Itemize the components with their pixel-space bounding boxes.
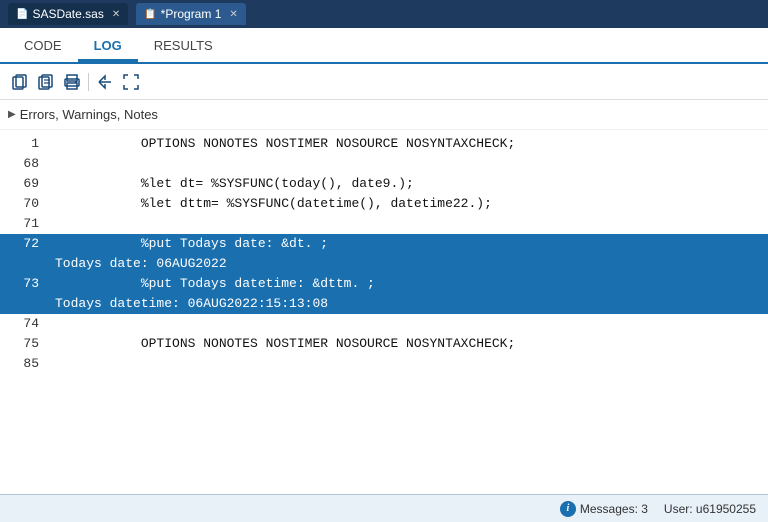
code-line: 69 %let dt= %SYSFUNC(today(), date9.); xyxy=(0,174,768,194)
tab-sasdatesas[interactable]: 📄 SASDate.sas ✕ xyxy=(8,3,128,25)
info-icon: i xyxy=(560,501,576,517)
tab-results[interactable]: RESULTS xyxy=(138,32,229,62)
code-line: 71 xyxy=(0,214,768,234)
filter-arrow-icon: ▶ xyxy=(8,109,16,120)
status-bar: i Messages: 3 User: u61950255 xyxy=(0,494,768,522)
code-line: 70 %let dttm= %SYSFUNC(datetime(), datet… xyxy=(0,194,768,214)
file-icon: 📄 xyxy=(16,9,28,20)
toolbar-sep1 xyxy=(88,73,89,91)
line-content: %let dt= %SYSFUNC(today(), date9.); xyxy=(55,174,768,194)
line-content: %let dttm= %SYSFUNC(datetime(), datetime… xyxy=(55,194,768,214)
copy-icon xyxy=(12,74,28,90)
messages-label: Messages: 3 xyxy=(580,502,648,516)
expand-icon xyxy=(97,74,113,90)
code-line: Todays datetime: 06AUG2022:15:13:08 xyxy=(0,294,768,314)
line-number: 1 xyxy=(0,134,55,154)
tab-program1[interactable]: 📋 *Program 1 ✕ xyxy=(136,3,246,25)
tab-log[interactable]: LOG xyxy=(78,32,138,62)
program-icon: 📋 xyxy=(144,9,156,20)
filter-label: Errors, Warnings, Notes xyxy=(20,107,158,122)
line-number: 72 xyxy=(0,234,55,254)
code-line: 85 xyxy=(0,354,768,374)
code-line: 75 OPTIONS NONOTES NOSTIMER NOSOURCE NOS… xyxy=(0,334,768,354)
line-content: %put Todays date: &dt. ; xyxy=(55,234,768,254)
line-number: 68 xyxy=(0,154,55,174)
line-content: OPTIONS NONOTES NOSTIMER NOSOURCE NOSYNT… xyxy=(55,134,768,154)
code-area: 1 OPTIONS NONOTES NOSTIMER NOSOURCE NOSY… xyxy=(0,130,768,494)
line-number: 69 xyxy=(0,174,55,194)
fullscreen-icon xyxy=(123,74,139,90)
print-icon xyxy=(64,74,80,90)
line-content: Todays datetime: 06AUG2022:15:13:08 xyxy=(55,294,768,314)
tab-code[interactable]: CODE xyxy=(8,32,78,62)
line-number: 85 xyxy=(0,354,55,374)
toolbar xyxy=(0,64,768,100)
code-line: 72 %put Todays date: &dt. ; xyxy=(0,234,768,254)
code-line: 73 %put Todays datetime: &dttm. ; xyxy=(0,274,768,294)
copy-button[interactable] xyxy=(8,70,32,94)
tab-program1-close[interactable]: ✕ xyxy=(229,9,237,20)
copy-formatted-button[interactable] xyxy=(34,70,58,94)
code-line: 68 xyxy=(0,154,768,174)
line-content: Todays date: 06AUG2022 xyxy=(55,254,768,274)
tab-sasdatesas-label: SASDate.sas xyxy=(32,7,103,21)
line-number: 73 xyxy=(0,274,55,294)
filter-bar[interactable]: ▶ Errors, Warnings, Notes xyxy=(0,100,768,130)
line-number: 75 xyxy=(0,334,55,354)
line-number: 71 xyxy=(0,214,55,234)
nav-tabs: CODE LOG RESULTS xyxy=(0,28,768,64)
fullscreen-button[interactable] xyxy=(119,70,143,94)
code-line: 1 OPTIONS NONOTES NOSTIMER NOSOURCE NOSY… xyxy=(0,134,768,154)
expand-button[interactable] xyxy=(93,70,117,94)
line-content: OPTIONS NONOTES NOSTIMER NOSOURCE NOSYNT… xyxy=(55,334,768,354)
line-number: 70 xyxy=(0,194,55,214)
print-button[interactable] xyxy=(60,70,84,94)
title-bar: 📄 SASDate.sas ✕ 📋 *Program 1 ✕ xyxy=(0,0,768,28)
line-number: 74 xyxy=(0,314,55,334)
tab-program1-label: *Program 1 xyxy=(161,7,222,21)
code-line: 74 xyxy=(0,314,768,334)
line-content: %put Todays datetime: &dttm. ; xyxy=(55,274,768,294)
code-line: Todays date: 06AUG2022 xyxy=(0,254,768,274)
status-messages: i Messages: 3 xyxy=(560,501,648,517)
user-label: User: u61950255 xyxy=(664,502,756,516)
copy-formatted-icon xyxy=(38,74,54,90)
tab-sasdatesas-close[interactable]: ✕ xyxy=(112,9,120,20)
